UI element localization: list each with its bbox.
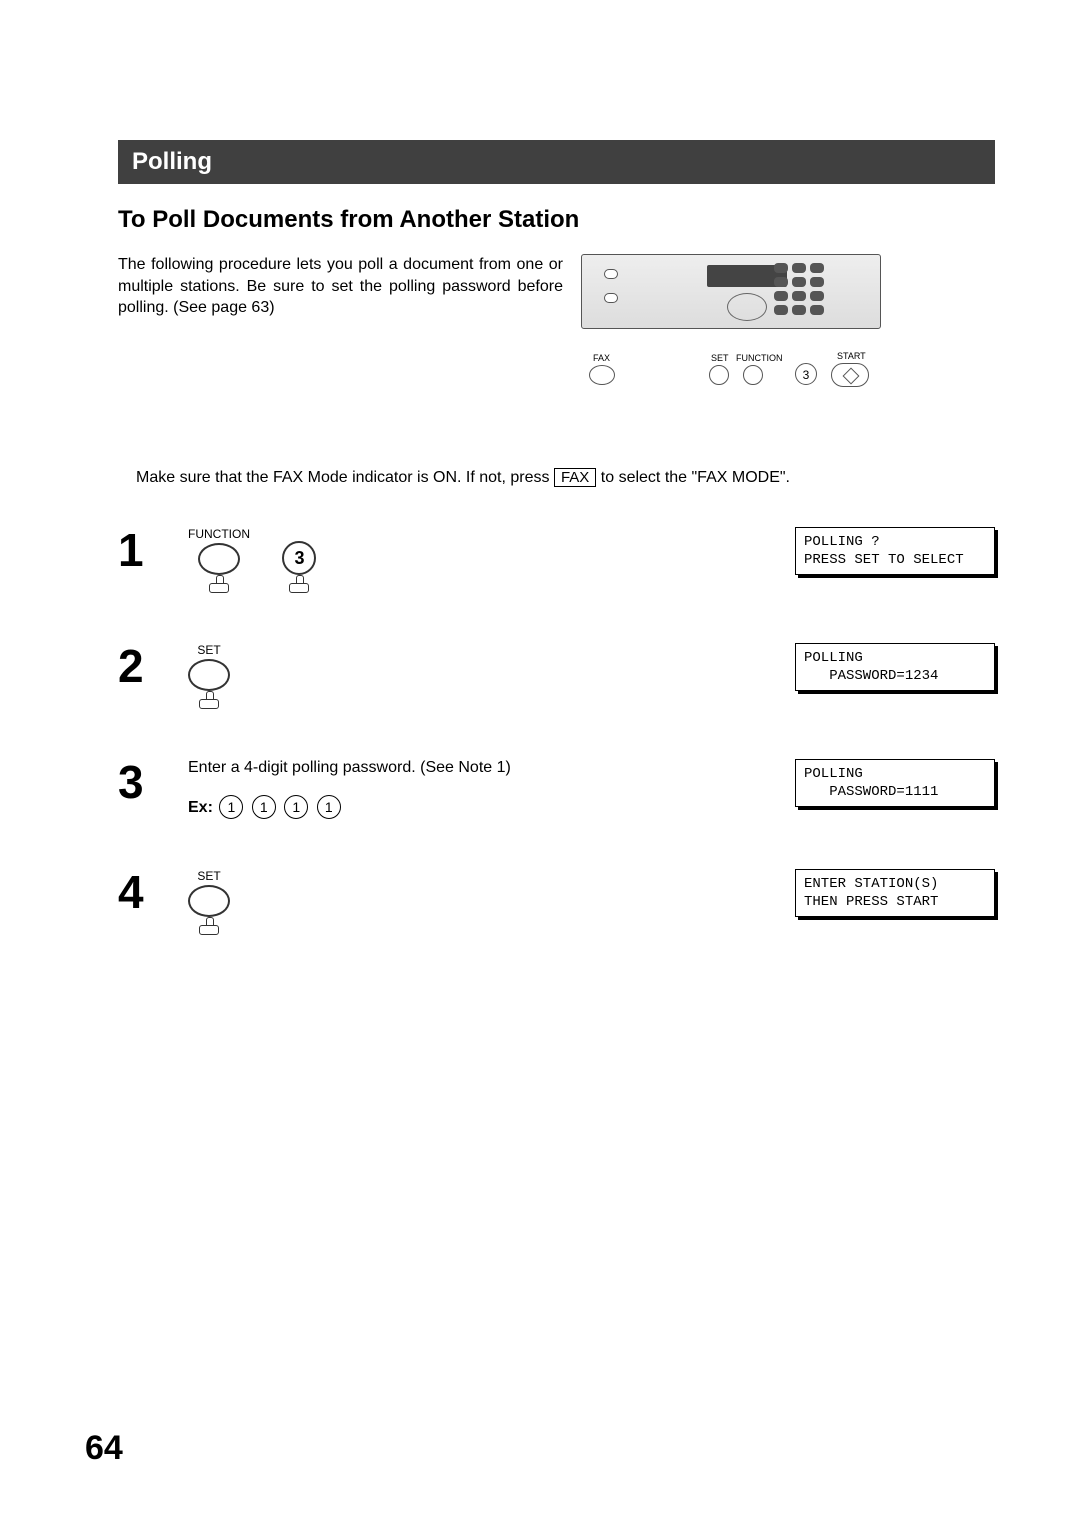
button-label: FUNCTION [188, 527, 250, 541]
intro-paragraph: The following procedure lets you poll a … [118, 254, 563, 378]
mode-post: to select the "FAX MODE". [601, 469, 790, 486]
step-3: 3 Enter a 4-digit polling password. (See… [118, 759, 995, 819]
steps-list: 1 FUNCTION 3 POLLING ? PRESS SET TO SELE… [118, 527, 995, 935]
example-line: Ex: 1 1 1 1 [188, 795, 528, 819]
step-number: 4 [118, 869, 188, 915]
digit-key: 1 [252, 795, 276, 819]
function-press-icon: FUNCTION [188, 527, 250, 593]
mode-instruction: Make sure that the FAX Mode indicator is… [136, 468, 995, 487]
hand-icon [199, 919, 219, 935]
key-3: 3 [282, 541, 316, 575]
step-number: 1 [118, 527, 188, 573]
button-label: SET [188, 643, 230, 657]
hand-icon [209, 577, 229, 593]
step-1: 1 FUNCTION 3 POLLING ? PRESS SET TO SELE… [118, 527, 995, 593]
step-4: 4 SET ENTER STATION(S) THEN PRESS START [118, 869, 995, 935]
function-button-icon [743, 365, 763, 385]
set-label: SET [711, 353, 729, 363]
start-button-icon [831, 363, 869, 387]
section-title: Polling [132, 148, 212, 175]
mode-pre: Make sure that the FAX Mode indicator is… [136, 469, 554, 486]
fax-button-icon [589, 365, 615, 385]
page-number: 64 [85, 1429, 123, 1468]
digit-key: 1 [284, 795, 308, 819]
hand-icon [199, 693, 219, 709]
digit-key: 1 [219, 795, 243, 819]
lcd-display: POLLING PASSWORD=1234 [795, 643, 995, 691]
device-panel [581, 254, 881, 329]
step-text-area: Enter a 4-digit polling password. (See N… [188, 759, 528, 819]
function-label: FUNCTION [736, 353, 783, 363]
subheading: To Poll Documents from Another Station [118, 206, 995, 234]
step-number: 2 [118, 643, 188, 689]
control-panel-illustration: FAX SET FUNCTION 3 START [581, 254, 995, 378]
example-label: Ex: [188, 799, 213, 816]
digit-key: 1 [317, 795, 341, 819]
fax-key-inline: FAX [554, 468, 596, 487]
button-label: SET [188, 869, 230, 883]
step-instruction: Enter a 4-digit polling password. (See N… [188, 759, 528, 777]
step-2: 2 SET POLLING PASSWORD=1234 [118, 643, 995, 709]
hand-icon [289, 577, 309, 593]
key-3-icon: 3 [795, 363, 817, 385]
lcd-display: ENTER STATION(S) THEN PRESS START [795, 869, 995, 917]
fax-label: FAX [593, 353, 610, 363]
start-label: START [837, 351, 866, 361]
intro-row: The following procedure lets you poll a … [118, 254, 995, 378]
set-press-icon: SET [188, 643, 230, 709]
lcd-display: POLLING ? PRESS SET TO SELECT [795, 527, 995, 575]
step-number: 3 [118, 759, 188, 805]
section-title-bar: Polling [118, 140, 995, 184]
set-press-icon: SET [188, 869, 230, 935]
set-button-icon [709, 365, 729, 385]
key-3-press-icon: 3 [282, 527, 316, 593]
lcd-display: POLLING PASSWORD=1111 [795, 759, 995, 807]
